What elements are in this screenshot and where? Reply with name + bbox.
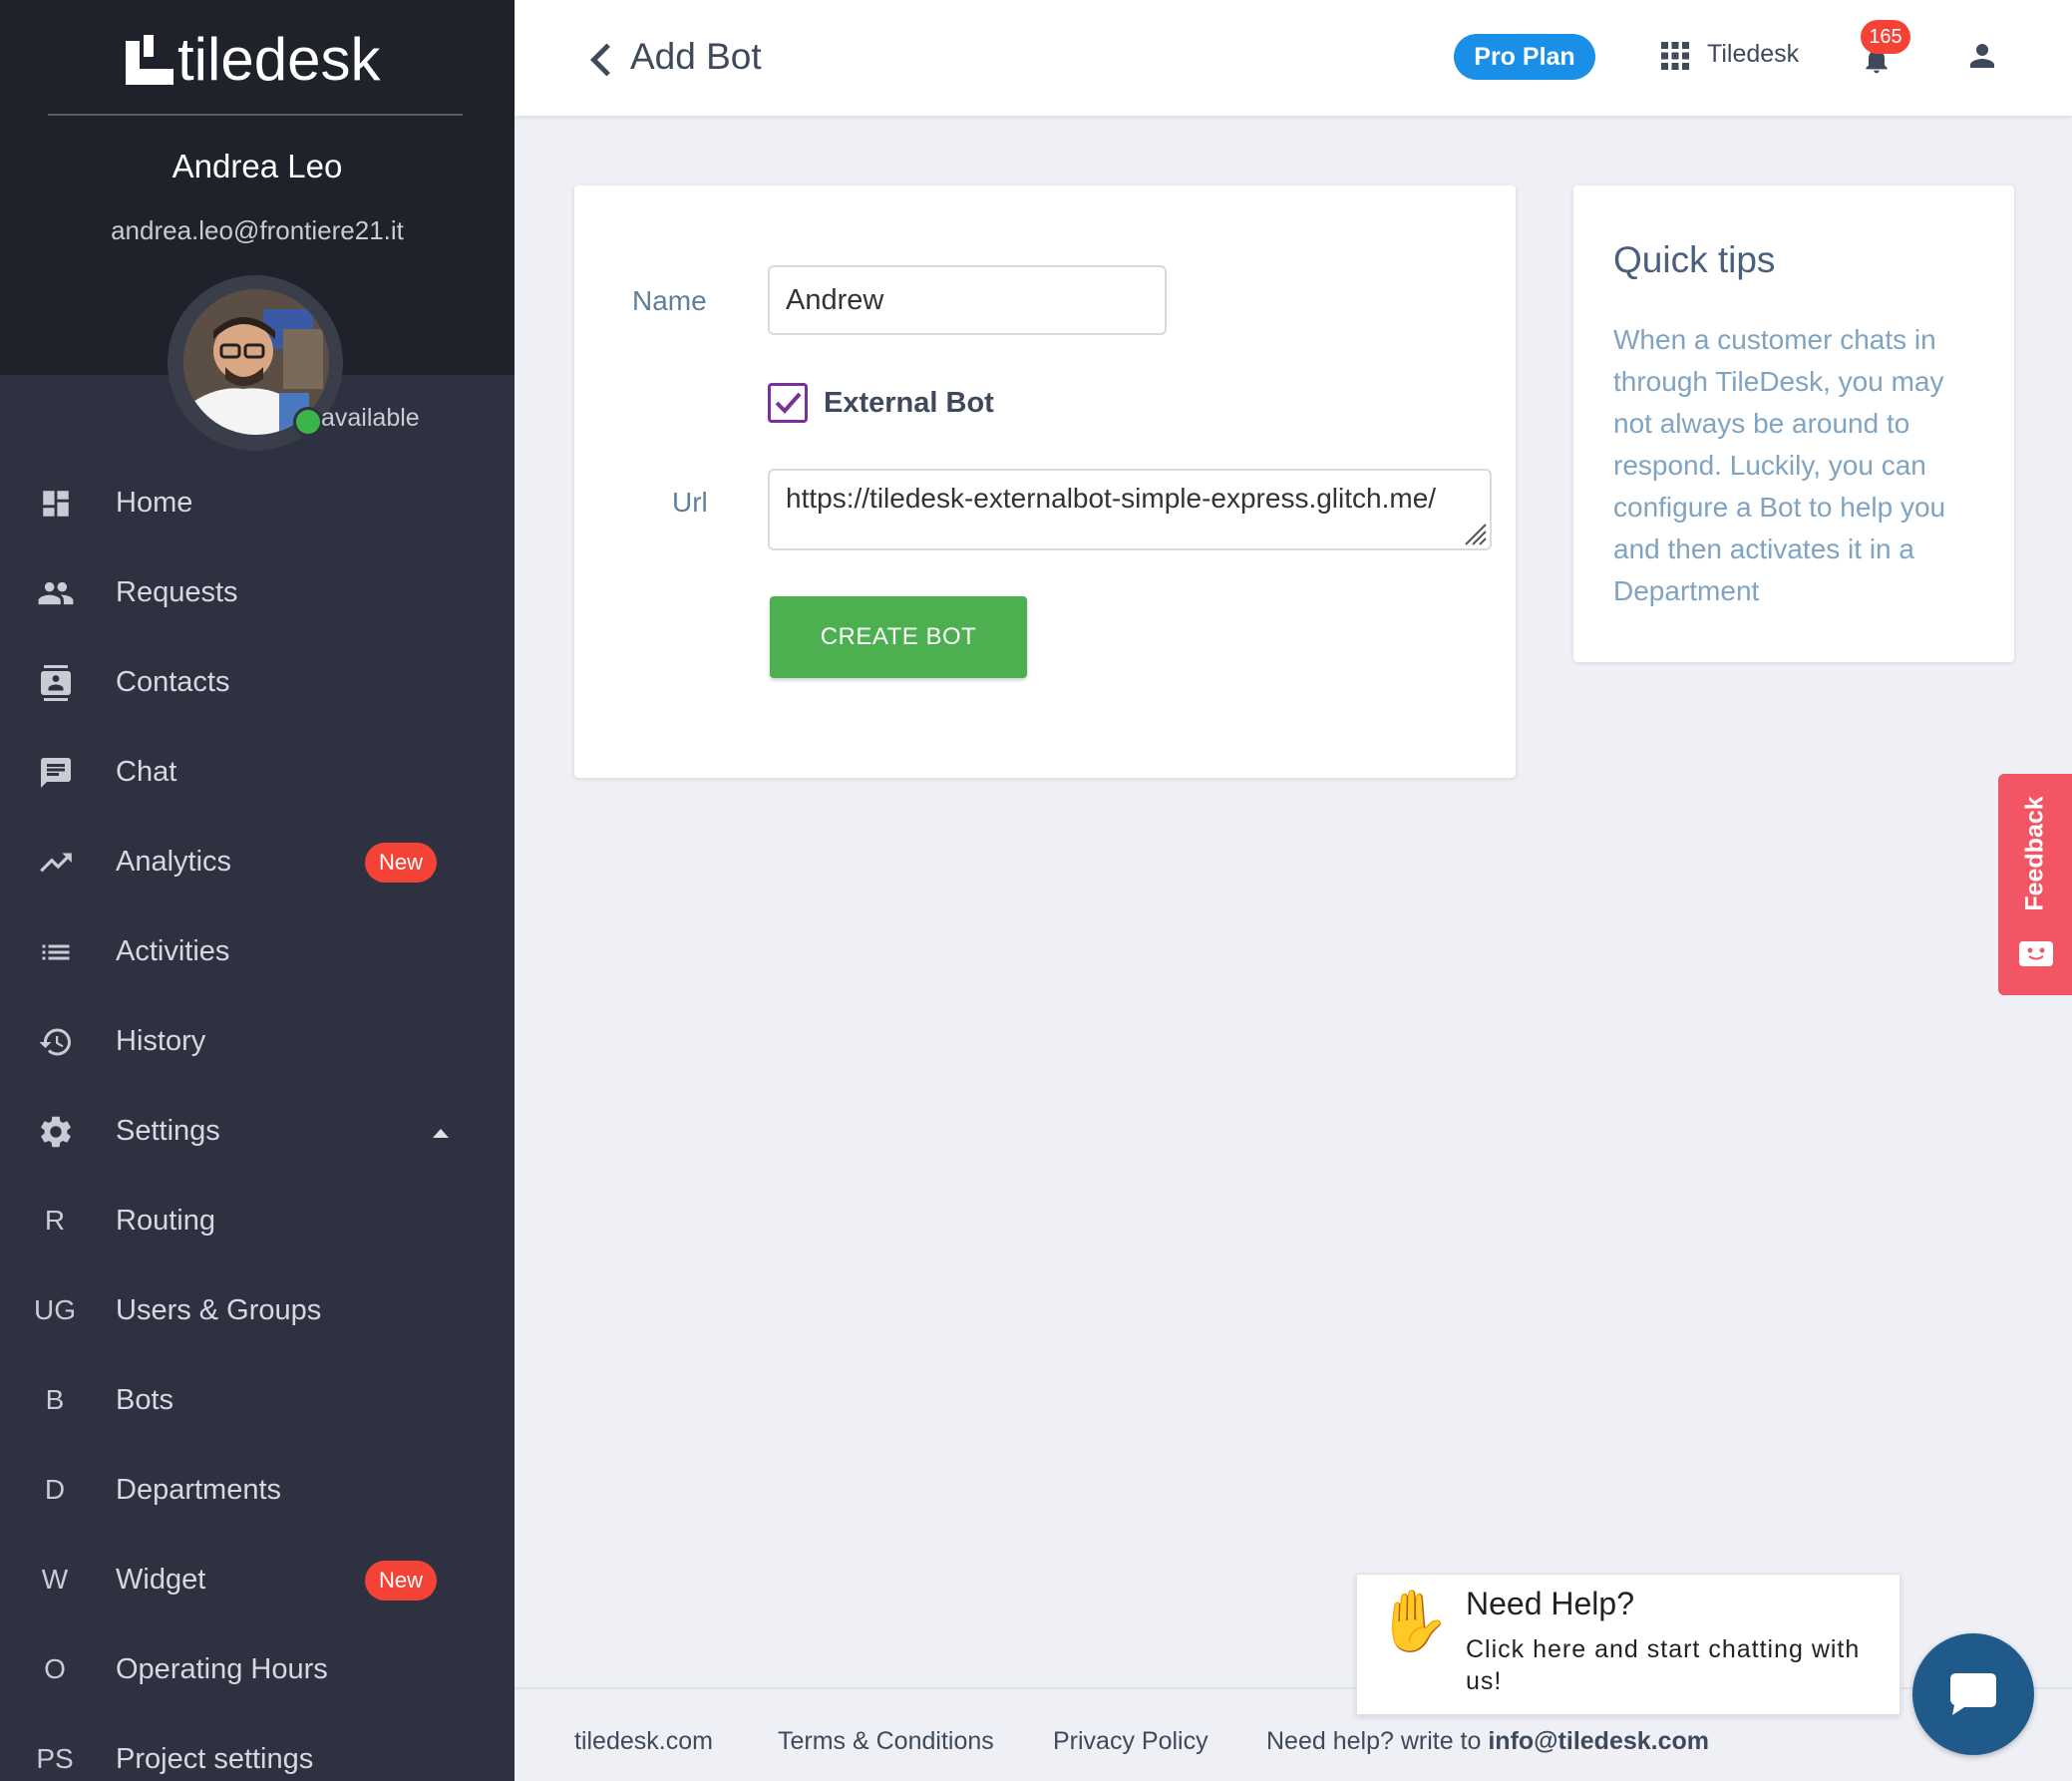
user-name: Andrea Leo bbox=[172, 148, 343, 184]
contacts-icon bbox=[36, 663, 76, 703]
sidebar-item-letter: W bbox=[41, 1564, 69, 1595]
trending-up-icon bbox=[36, 843, 76, 883]
sidebar-item-label: Users & Groups bbox=[116, 1294, 322, 1326]
sidebar-item-routing[interactable]: R Routing bbox=[0, 1177, 515, 1266]
sidebar-item-label: History bbox=[116, 1025, 206, 1057]
sidebar-item-operating-hours[interactable]: O Operating Hours bbox=[0, 1625, 515, 1715]
sidebar-item-letter: O bbox=[44, 1653, 66, 1684]
footer-help-email[interactable]: info@tiledesk.com bbox=[1488, 1727, 1709, 1755]
sidebar-item-home[interactable]: Home bbox=[0, 459, 515, 548]
list-icon bbox=[36, 932, 76, 972]
sidebar-item-departments[interactable]: D Departments bbox=[0, 1446, 515, 1536]
sidebar-item-chat[interactable]: Chat bbox=[0, 728, 515, 818]
chat-bubble-icon bbox=[1950, 1673, 1996, 1715]
feedback-face-icon[interactable] bbox=[2018, 937, 2054, 967]
people-icon bbox=[36, 573, 76, 613]
sidebar-item-label: Departments bbox=[116, 1474, 282, 1506]
need-help-title: Need Help? bbox=[1466, 1586, 1634, 1621]
sidebar-item-analytics[interactable]: Analytics New bbox=[0, 818, 515, 907]
gear-icon bbox=[36, 1112, 76, 1152]
footer-link-privacy[interactable]: Privacy Policy bbox=[1053, 1727, 1209, 1756]
sidebar-item-label: Routing bbox=[116, 1205, 215, 1237]
sidebar-item-requests[interactable]: Requests bbox=[0, 548, 515, 638]
sidebar-item-label: Contacts bbox=[116, 666, 230, 698]
footer-help-text: Need help? write to info@tiledesk.com bbox=[1266, 1727, 1709, 1756]
status-text: available bbox=[321, 404, 420, 432]
new-badge: New bbox=[365, 1561, 437, 1601]
sidebar-item-label: Chat bbox=[116, 756, 177, 788]
chat-launcher-button[interactable] bbox=[1912, 1633, 2034, 1755]
tiledesk-logo[interactable]: tiledesk bbox=[126, 30, 380, 90]
chevron-left-icon[interactable] bbox=[586, 42, 614, 78]
status-online-indicator bbox=[293, 407, 323, 437]
page-title: Add Bot bbox=[630, 36, 762, 77]
sidebar-item-bots[interactable]: B Bots bbox=[0, 1356, 515, 1446]
sidebar-item-label: Analytics bbox=[116, 846, 232, 878]
history-icon bbox=[36, 1022, 76, 1062]
caret-up-icon[interactable] bbox=[433, 1129, 449, 1138]
sidebar-item-history[interactable]: History bbox=[0, 997, 515, 1087]
footer-help-prefix: Need help? write to bbox=[1266, 1727, 1489, 1755]
footer-link-site[interactable]: tiledesk.com bbox=[574, 1727, 713, 1756]
name-label: Name bbox=[632, 285, 707, 316]
sidebar-item-contacts[interactable]: Contacts bbox=[0, 638, 515, 728]
sidebar-item-label: Operating Hours bbox=[116, 1653, 328, 1685]
sidebar-item-label: Bots bbox=[116, 1384, 174, 1416]
external-bot-label[interactable]: External Bot bbox=[824, 387, 994, 420]
apps-grid-icon[interactable] bbox=[1661, 42, 1689, 70]
sidebar-item-label: Requests bbox=[116, 576, 238, 608]
external-bot-checkbox[interactable] bbox=[768, 383, 808, 423]
logo-mark-icon bbox=[126, 35, 173, 85]
quick-tips-title: Quick tips bbox=[1613, 239, 1776, 280]
sidebar-item-activities[interactable]: Activities bbox=[0, 907, 515, 997]
pro-plan-button[interactable]: Pro Plan bbox=[1454, 34, 1595, 80]
quick-tips-text: When a customer chats in through TileDes… bbox=[1613, 324, 1946, 606]
chat-icon bbox=[36, 753, 76, 793]
user-account-icon[interactable] bbox=[1964, 38, 2000, 74]
resize-handle-icon[interactable] bbox=[1462, 521, 1488, 546]
sidebar-item-label: Widget bbox=[116, 1564, 206, 1596]
sidebar-item-label: Home bbox=[116, 487, 193, 519]
feedback-label[interactable]: Feedback bbox=[2021, 796, 2050, 910]
sidebar-item-widget[interactable]: W Widget New bbox=[0, 1536, 515, 1625]
user-email: andrea.leo@frontiere21.it bbox=[111, 215, 404, 245]
sidebar-item-letter: B bbox=[45, 1384, 65, 1415]
create-bot-button[interactable]: CREATE BOT bbox=[770, 596, 1027, 678]
sidebar-item-label: Project settings bbox=[116, 1743, 314, 1775]
sidebar-item-settings[interactable]: Settings bbox=[0, 1087, 515, 1177]
project-selector[interactable]: Tiledesk bbox=[1707, 40, 1799, 69]
divider bbox=[48, 114, 463, 116]
new-badge: New bbox=[365, 843, 437, 883]
need-help-text: Click here and start chatting with us! bbox=[1466, 1635, 1861, 1695]
sidebar-item-letter: D bbox=[44, 1474, 66, 1505]
sidebar-item-label: Settings bbox=[116, 1115, 220, 1147]
sidebar-item-letter: R bbox=[44, 1205, 66, 1236]
bot-url-textarea[interactable]: https://tiledesk-externalbot-simple-expr… bbox=[768, 469, 1492, 550]
raised-hand-icon: ✋ bbox=[1376, 1588, 1451, 1654]
checkmark-icon bbox=[775, 392, 802, 414]
logo-text: tiledesk bbox=[177, 26, 381, 93]
sidebar-item-project-settings[interactable]: PS Project settings bbox=[0, 1715, 515, 1781]
notification-count-badge: 165 bbox=[1861, 20, 1910, 54]
bot-name-input[interactable] bbox=[768, 265, 1167, 335]
url-label: Url bbox=[672, 487, 708, 518]
sidebar-item-users-groups[interactable]: UG Users & Groups bbox=[0, 1266, 515, 1356]
sidebar-item-letter: UG bbox=[34, 1294, 76, 1325]
footer-link-terms[interactable]: Terms & Conditions bbox=[778, 1727, 994, 1756]
sidebar-item-letter: PS bbox=[36, 1743, 74, 1774]
sidebar-item-label: Activities bbox=[116, 935, 230, 967]
dashboard-icon bbox=[36, 484, 76, 524]
